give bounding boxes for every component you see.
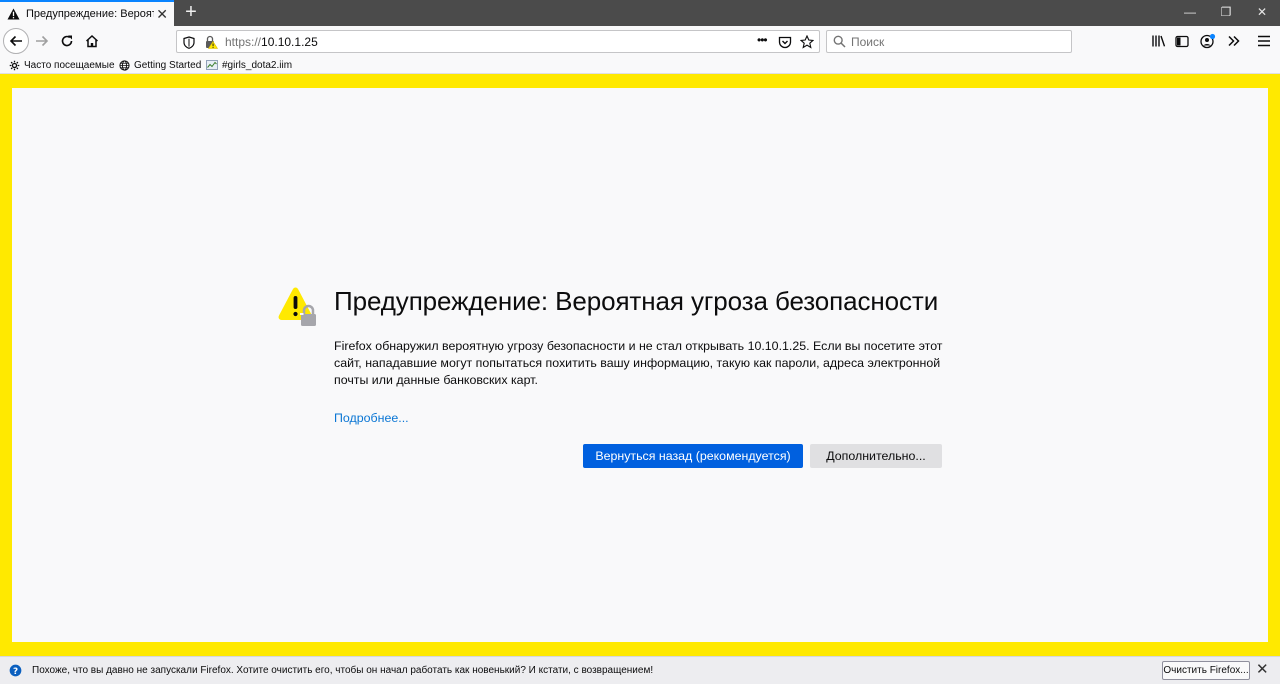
tab-title: Предупреждение: Вероятная угроза bbox=[26, 8, 154, 20]
account-icon bbox=[1200, 33, 1216, 49]
bookmark-label: #girls_dota2.iim bbox=[222, 59, 293, 71]
gear-icon bbox=[9, 60, 20, 70]
bookmarks-toolbar: Часто посещаемые Getting Started #girls_… bbox=[0, 56, 1280, 74]
hamburger-menu-button[interactable] bbox=[1252, 29, 1276, 53]
tab-close-icon[interactable]: ✕ bbox=[156, 6, 168, 22]
bookmark-label: Часто посещаемые bbox=[24, 59, 115, 71]
error-description: Firefox обнаружил вероятную угрозу безоп… bbox=[334, 339, 943, 387]
learn-more-link[interactable]: Подробнее... bbox=[334, 411, 409, 425]
tab-active[interactable]: Предупреждение: Вероятная угроза ✕ bbox=[0, 0, 174, 26]
restore-button[interactable]: ❐ bbox=[1208, 0, 1244, 26]
globe-icon bbox=[119, 59, 130, 71]
bookmark-star-icon[interactable] bbox=[799, 34, 815, 50]
pocket-icon[interactable] bbox=[777, 34, 793, 50]
search-icon bbox=[833, 35, 846, 48]
window-close-button[interactable]: ✕ bbox=[1244, 0, 1280, 26]
insecure-lock-icon[interactable] bbox=[203, 34, 219, 50]
url-host: 10.10.1.25 bbox=[261, 35, 318, 49]
notification-bar: ? Похоже, что вы давно не запускали Fire… bbox=[0, 656, 1280, 684]
sidebar-icon bbox=[1175, 35, 1189, 47]
go-back-button[interactable]: Вернуться назад (рекомендуется) bbox=[583, 444, 803, 468]
reload-icon bbox=[61, 35, 73, 47]
forward-button[interactable] bbox=[30, 29, 54, 53]
warning-icon bbox=[7, 8, 20, 20]
bookmark-imacros[interactable]: #girls_dota2.iim bbox=[206, 58, 292, 72]
minimize-button[interactable]: — bbox=[1172, 0, 1208, 26]
back-button[interactable] bbox=[3, 28, 29, 54]
warning-lock-icon bbox=[278, 287, 316, 326]
navigation-toolbar: https://10.10.1.25 ••• bbox=[0, 26, 1280, 56]
notification-close-icon[interactable]: ✕ bbox=[1256, 662, 1269, 678]
refresh-firefox-button[interactable]: Очистить Firefox... bbox=[1162, 661, 1250, 680]
account-button[interactable] bbox=[1196, 29, 1220, 53]
hamburger-icon bbox=[1258, 35, 1270, 47]
page-actions-button[interactable]: ••• bbox=[757, 33, 768, 47]
url-scheme: https:// bbox=[225, 35, 262, 49]
highlight-frame: Предупреждение: Вероятная угроза безопас… bbox=[0, 74, 1280, 656]
bookmark-most-visited[interactable]: Часто посещаемые bbox=[9, 58, 115, 72]
reload-button[interactable] bbox=[55, 29, 79, 53]
imacros-icon bbox=[206, 60, 218, 70]
info-icon: ? bbox=[9, 664, 22, 677]
search-input[interactable] bbox=[851, 34, 1061, 49]
page-title: Предупреждение: Вероятная угроза безопас… bbox=[334, 286, 939, 316]
url-bar[interactable]: https://10.10.1.25 ••• bbox=[176, 30, 820, 53]
double-chevron-icon bbox=[1227, 35, 1240, 47]
bookmark-label: Getting Started bbox=[134, 59, 202, 71]
error-page: Предупреждение: Вероятная угроза безопас… bbox=[12, 88, 1268, 642]
svg-text:?: ? bbox=[13, 667, 18, 677]
overflow-menu-button[interactable] bbox=[1221, 29, 1245, 53]
home-button[interactable] bbox=[80, 29, 104, 53]
new-tab-button[interactable]: + bbox=[180, 2, 202, 24]
forward-arrow-icon bbox=[36, 35, 49, 47]
url-text[interactable]: https://10.10.1.25 bbox=[225, 35, 318, 49]
library-button[interactable] bbox=[1146, 29, 1170, 53]
shield-icon[interactable] bbox=[181, 34, 197, 50]
tab-strip: Предупреждение: Вероятная угроза ✕ + — ❐… bbox=[0, 0, 1280, 26]
bookmark-getting-started[interactable]: Getting Started bbox=[119, 58, 201, 72]
sidebar-button[interactable] bbox=[1170, 29, 1194, 53]
home-icon bbox=[85, 34, 99, 48]
search-bar[interactable] bbox=[826, 30, 1072, 53]
notification-text: Похоже, что вы давно не запускали Firefo… bbox=[32, 665, 654, 676]
library-icon bbox=[1151, 35, 1165, 47]
back-arrow-icon bbox=[9, 35, 22, 47]
advanced-button[interactable]: Дополнительно... bbox=[810, 444, 942, 468]
